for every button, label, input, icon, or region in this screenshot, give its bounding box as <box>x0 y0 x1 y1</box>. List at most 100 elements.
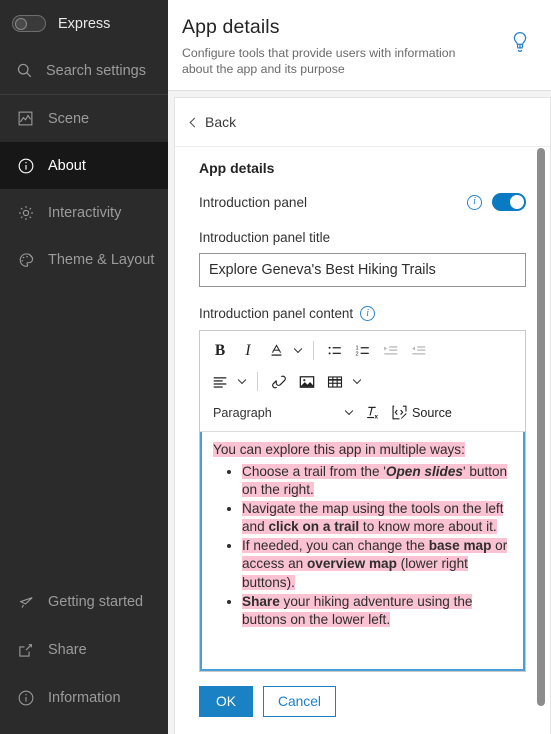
sidebar-bottom-nav: Getting started Share Information <box>0 578 168 734</box>
paragraph-format-select[interactable]: Paragraph <box>206 399 358 426</box>
list-item: Choose a trail from the 'Open slides' bu… <box>242 463 512 499</box>
introduction-panel-controls: i <box>467 193 526 211</box>
toolbar-separator <box>257 372 258 391</box>
font-color-dropdown-icon[interactable] <box>290 337 306 364</box>
panel-scrollbar[interactable] <box>534 148 548 734</box>
editor-content-area[interactable]: You can explore this app in multiple way… <box>200 432 525 671</box>
info-circle-icon <box>16 689 35 708</box>
megaphone-icon <box>16 593 35 612</box>
express-label: Express <box>58 15 111 32</box>
info-circle-icon[interactable]: i <box>360 306 376 321</box>
font-color-icon[interactable] <box>262 337 290 364</box>
table-dropdown-icon[interactable] <box>349 368 365 395</box>
sidebar-item-share[interactable]: Share <box>0 626 168 674</box>
paragraph-format-label: Paragraph <box>213 405 272 420</box>
bullet-3-text: If needed, you can change the base map o… <box>242 538 508 590</box>
editor-toolbar-row-3: Paragraph x Source <box>206 397 519 428</box>
search-icon <box>16 62 33 79</box>
sidebar: Express Search settings Scene About Inte… <box>0 0 168 734</box>
source-button[interactable]: Source <box>386 403 452 422</box>
numbered-list-button[interactable]: 1 2 <box>349 337 377 364</box>
sidebar-item-label-share: Share <box>48 642 87 658</box>
image-button[interactable] <box>293 368 321 395</box>
palette-icon <box>16 250 35 269</box>
back-label: Back <box>205 114 237 130</box>
introduction-panel-toggle[interactable] <box>492 193 526 211</box>
sidebar-item-getting-started[interactable]: Getting started <box>0 578 168 626</box>
back-button[interactable]: Back <box>189 114 237 130</box>
main-column: App details Configure tools that provide… <box>168 0 551 734</box>
settings-panel-wrapper: Back App details Introduction panel i In… <box>168 91 551 734</box>
toolbar-separator <box>313 341 314 360</box>
link-button[interactable] <box>265 368 293 395</box>
chevron-left-icon <box>189 117 200 127</box>
sidebar-nav: Scene About Interactivity Theme & Layout <box>0 95 168 283</box>
sidebar-item-information[interactable]: Information <box>0 674 168 722</box>
bullet-2-text: Navigate the map using the tools on the … <box>242 501 504 535</box>
text-align-dropdown-icon[interactable] <box>234 368 250 395</box>
info-circle-icon[interactable]: i <box>467 194 482 210</box>
bold-button[interactable]: B <box>206 337 234 364</box>
search-settings-row[interactable]: Search settings <box>0 47 168 95</box>
introduction-panel-label: Introduction panel <box>199 194 308 210</box>
list-item: Navigate the map using the tools on the … <box>242 500 512 536</box>
remove-format-button[interactable]: x <box>358 399 386 426</box>
sidebar-item-theme-layout[interactable]: Theme & Layout <box>0 236 168 283</box>
express-toggle-knob <box>15 17 27 30</box>
sidebar-item-label-about: About <box>48 157 86 174</box>
sidebar-item-label-information: Information <box>48 690 121 706</box>
cancel-button[interactable]: Cancel <box>263 686 336 717</box>
page-header-text: App details Configure tools that provide… <box>182 16 509 77</box>
editor-toolbar-row-2 <box>206 366 519 397</box>
increase-indent-button <box>377 337 405 364</box>
lightbulb-icon[interactable] <box>509 30 531 54</box>
express-toggle[interactable] <box>12 15 46 32</box>
sidebar-item-scene[interactable]: Scene <box>0 95 168 142</box>
bulleted-list-button[interactable] <box>321 337 349 364</box>
page-title: App details <box>182 16 280 38</box>
sidebar-item-interactivity[interactable]: Interactivity <box>0 189 168 236</box>
dialog-actions: OK Cancel <box>199 686 526 733</box>
editor-paragraph-intro: You can explore this app in multiple way… <box>213 441 512 459</box>
express-toggle-row[interactable]: Express <box>0 0 168 47</box>
panel-body: App details Introduction panel i Introdu… <box>175 147 550 734</box>
introduction-panel-title-input[interactable] <box>199 253 526 287</box>
decrease-indent-button <box>405 337 433 364</box>
svg-text:x: x <box>374 414 378 421</box>
rich-text-editor: B I 1 2 Paragraph x Source You can explo… <box>199 330 526 672</box>
introduction-panel-content-label: Introduction panel content <box>199 306 354 321</box>
gear-icon <box>16 203 35 222</box>
sidebar-item-label-theme: Theme & Layout <box>48 251 155 268</box>
page-subtitle: Configure tools that provide users with … <box>182 46 456 77</box>
section-title: App details <box>199 160 275 176</box>
app-root: Express Search settings Scene About Inte… <box>0 0 551 734</box>
text-align-button[interactable] <box>206 368 234 395</box>
toggle-knob <box>510 195 524 209</box>
introduction-panel-title-label: Introduction panel title <box>199 230 331 245</box>
list-item: Share your hiking adventure using the bu… <box>242 593 512 629</box>
sidebar-item-label-getting-started: Getting started <box>48 594 144 610</box>
sidebar-item-about[interactable]: About <box>0 142 168 189</box>
svg-text:2: 2 <box>355 351 358 357</box>
list-item: If needed, you can change the base map o… <box>242 537 512 591</box>
settings-panel: Back App details Introduction panel i In… <box>174 97 551 734</box>
table-button[interactable] <box>321 368 349 395</box>
back-bar: Back <box>175 98 550 147</box>
sidebar-item-label-interactivity: Interactivity <box>48 204 122 221</box>
editor-bullet-list: Choose a trail from the 'Open slides' bu… <box>213 463 512 629</box>
bullet-4-text: Share your hiking adventure using the bu… <box>242 593 473 627</box>
info-circle-icon <box>16 156 35 175</box>
introduction-panel-row: Introduction panel i <box>199 193 526 211</box>
panel-scrollbar-thumb[interactable] <box>537 148 545 706</box>
share-icon <box>16 641 35 660</box>
editor-intro-text: You can explore this app in multiple way… <box>213 442 465 457</box>
sidebar-item-label-scene: Scene <box>48 110 90 127</box>
bullet-1-text: Choose a trail from the 'Open slides' bu… <box>242 464 508 498</box>
source-label: Source <box>412 405 452 420</box>
chevron-down-icon <box>344 406 354 415</box>
svg-text:1: 1 <box>355 345 358 351</box>
scene-icon <box>16 109 35 128</box>
ok-button[interactable]: OK <box>199 686 253 717</box>
italic-button[interactable]: I <box>234 337 262 364</box>
